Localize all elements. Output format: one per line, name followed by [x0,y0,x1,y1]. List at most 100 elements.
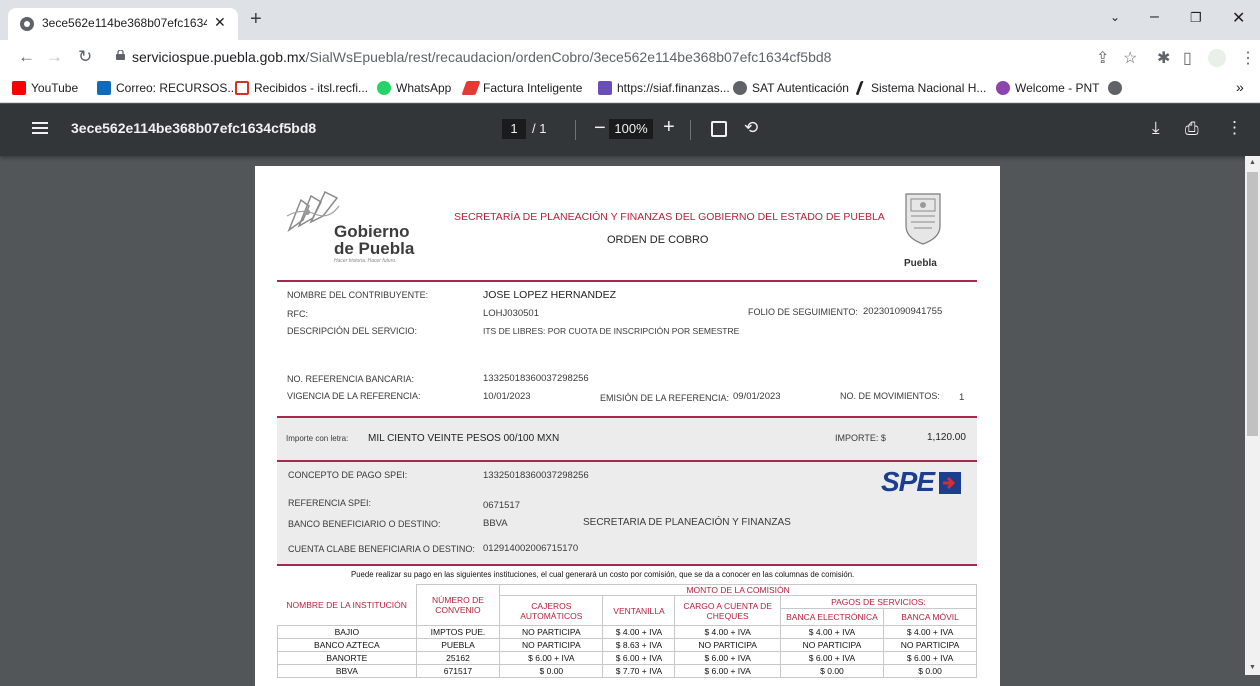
col-electronica: BANCA ELECTRÓNICA [779,608,885,626]
bookmark-sistema-nacional[interactable]: Sistema Nacional H... [855,81,986,95]
browser-tab[interactable]: 3ece562e114be368b07efc1634cf5bd8 ✕ [8,8,238,40]
download-icon[interactable]: ⤓ [1152,118,1160,138]
zoom-level-input[interactable]: 100% [609,119,653,139]
scroll-up-arrow-icon[interactable]: ▲ [1249,159,1256,166]
bookmark-factura[interactable]: Factura Inteligente [461,81,582,95]
spei-banco-label: BANCO BENEFICIARIO O DESTINO: [288,519,441,529]
contribuyente-value: JOSE LOPEZ HERNANDEZ [483,289,617,301]
folio-value: 202301090941755 [863,306,943,317]
col-ventanilla: VENTANILLA [602,595,676,626]
pagos-header: PAGOS DE SERVICIOS: [779,595,978,609]
toolbar-divider [575,120,576,140]
rfc-label: RFC: [287,309,308,319]
spei-logo: SPE [881,466,935,497]
browser-toolbar: ← → ↻ serviciospue.puebla.gob.mx/SialWsE… [0,40,1260,76]
col-convenio: NÚMERO DE CONVENIO [415,584,501,626]
reload-button[interactable]: ↻ [78,47,92,67]
monto-header: MONTO DE LA COMISIÓN [499,584,977,596]
forward-button[interactable]: → [46,47,63,67]
importe-value: 1,120.00 [927,432,966,443]
restore-button[interactable]: ❐ [1190,10,1202,26]
puebla-seal-icon [905,193,941,245]
tab-strip: 3ece562e114be368b07efc1634cf5bd8 ✕ + ⌄ –… [0,0,1260,40]
folio-label: FOLIO DE SEGUIMIENTO: [748,307,858,317]
menu-icon[interactable] [32,122,48,134]
url-domain: serviciospue.puebla.gob.mx [132,49,306,65]
pdf-filename: 3ece562e114be368b07efc1634cf5bd8 [71,120,317,136]
browser-menu-icon[interactable]: ⋮ [1240,48,1256,68]
extensions-icon[interactable]: ✱ [1157,48,1170,68]
globe-icon [20,17,34,31]
bookmark-siaf[interactable]: https://siaf.finanzas... [598,81,730,95]
spei-concepto-value: 13325018360037298256 [483,470,589,481]
instituciones-table: NOMBRE DE LA INSTITUCIÓN NÚMERO DE CONVE… [277,584,978,678]
col-movil: BANCA MÓVIL [883,608,977,626]
side-panel-icon[interactable]: ▯ [1183,48,1192,68]
movimientos-value: 1 [959,392,965,403]
globe-icon [733,81,747,95]
spei-concepto-label: CONCEPTO DE PAGO SPEI: [288,470,408,480]
page-total: / 1 [532,121,547,136]
globe-icon [1108,81,1122,95]
bookmark-sat[interactable]: SAT Autenticación [733,81,849,95]
tab-title: 3ece562e114be368b07efc1634cf5bd8 [42,16,207,30]
bookmark-star-icon[interactable]: ☆ [1123,48,1137,68]
spei-referencia-value: 0671517 [483,500,520,511]
table-row: BAJIO IMPTOS PUE. NO PARTICIPA $ 4.00 + … [277,625,977,639]
spei-bottom-divider [277,564,977,566]
zoom-in-button[interactable]: + [663,116,675,139]
col-institucion: NOMBRE DE LA INSTITUCIÓN [286,599,407,610]
col-cheques: CARGO A CUENTA DE CHEQUES [674,595,781,626]
profile-avatar-icon[interactable] [1208,49,1226,67]
importe-letra-value: MIL CIENTO VEINTE PESOS 00/100 MXN [368,433,560,444]
rotate-icon[interactable]: ⟲ [744,118,758,138]
tab-search-icon[interactable]: ⌄ [1110,10,1120,24]
vigencia-label: VIGENCIA DE LA REFERENCIA: [287,391,421,401]
descripcion-label: DESCRIPCIÓN DEL SERVICIO: [287,326,418,336]
col-cajeros: CAJEROS AUTOMÁTICOS [499,595,604,626]
table-row: BANORTE 25162 $ 6.00 + IVA $ 6.00 + IVA … [277,651,977,665]
close-window-button[interactable]: ✕ [1232,8,1245,28]
print-icon[interactable]: ⎙ [1185,119,1199,139]
emision-value: 09/01/2023 [733,391,781,402]
contribuyente-label: NOMBRE DEL CONTRIBUYENTE: [287,290,429,300]
fit-page-icon[interactable] [711,121,727,137]
minimize-button[interactable]: – [1150,8,1159,26]
vigencia-value: 10/01/2023 [483,391,531,402]
referencia-label: NO. REFERENCIA BANCARIA: [287,374,415,384]
page-number-input[interactable]: 1 [502,119,526,139]
pdf-page: Gobierno de Puebla Hacer historia. Hacer… [255,166,1000,686]
feather-icon [855,81,869,95]
new-tab-button[interactable]: + [250,9,262,29]
vertical-scrollbar[interactable]: ▲ ▼ [1245,156,1260,675]
bookmark-youtube[interactable]: YouTube [12,81,78,95]
whatsapp-icon [377,81,391,95]
bookmarks-overflow-button[interactable]: » [1236,79,1244,95]
movimientos-label: NO. DE MOVIMIENTOS: [840,391,940,401]
instituciones-note: Puede realizar su pago en las siguientes… [351,570,855,579]
bookmark-globe[interactable] [1108,81,1127,95]
table-row: BBVA 671517 $ 0.00 $ 7.70 + IVA $ 6.00 +… [277,664,977,678]
gmail-icon [235,81,249,95]
share-icon[interactable]: ⇪ [1096,48,1109,68]
back-button[interactable]: ← [18,47,35,67]
pdf-toolbar: 3ece562e114be368b07efc1634cf5bd8 1 / 1 −… [0,104,1260,156]
bookmark-pnt[interactable]: Welcome - PNT [996,81,1099,95]
emision-label: EMISIÓN DE LA REFERENCIA: [600,393,730,403]
zoom-out-button[interactable]: − [594,117,606,140]
address-bar[interactable]: serviciospue.puebla.gob.mx/SialWsEpuebla… [108,44,1148,72]
url-path: /SialWsEpuebla/rest/recaudacion/ordenCob… [305,49,832,65]
importe-label: IMPORTE: $ [835,433,886,443]
scroll-down-arrow-icon[interactable]: ▼ [1249,664,1256,671]
bookmarks-bar: YouTube Correo: RECURSOS... Recibidos - … [0,76,1260,103]
table-row: BANCO AZTECA PUEBLA NO PARTICIPA $ 8.63 … [277,638,977,652]
lock-icon [116,50,125,60]
bookmark-outlook[interactable]: Correo: RECURSOS... [97,81,237,95]
bookmark-whatsapp[interactable]: WhatsApp [377,81,451,95]
bookmark-gmail[interactable]: Recibidos - itsl.recfi... [235,81,368,95]
spei-clabe-value: 012914002006715170 [483,543,579,554]
more-options-icon[interactable]: ⋮ [1226,118,1243,138]
spei-banco-titular: SECRETARIA DE PLANEACIÓN Y FINANZAS [583,517,791,528]
close-tab-icon[interactable]: ✕ [214,14,226,31]
scrollbar-thumb[interactable] [1247,172,1258,436]
